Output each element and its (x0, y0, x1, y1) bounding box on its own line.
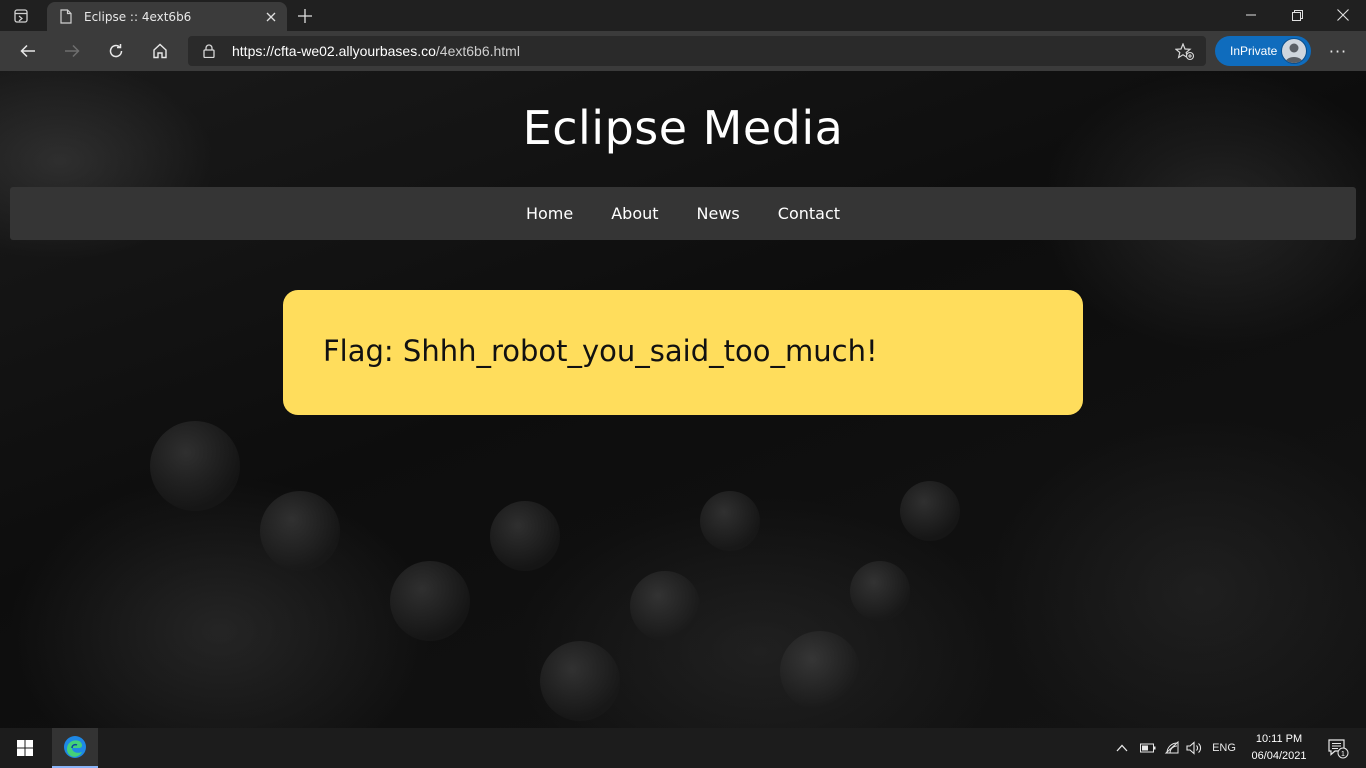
inprivate-label: InPrivate (1230, 44, 1278, 58)
background-knob (150, 421, 240, 511)
browser-tab[interactable]: Eclipse :: 4ext6b6 (47, 2, 287, 31)
background-knob (540, 641, 620, 721)
background-knob (260, 491, 340, 571)
url-path: /4ext6b6.html (435, 43, 520, 59)
wifi-icon[interactable] (1162, 738, 1182, 758)
address-bar[interactable]: https://cfta-we02.allyourbases.co/4ext6b… (188, 36, 1206, 66)
nav-about-link[interactable]: About (611, 204, 658, 223)
browser-toolbar: https://cfta-we02.allyourbases.co/4ext6b… (0, 31, 1366, 71)
nav-news-link[interactable]: News (697, 204, 740, 223)
background-knob (630, 571, 700, 641)
site-title: Eclipse Media (522, 101, 844, 155)
notification-count: 1 (1341, 751, 1345, 758)
restore-icon[interactable] (1274, 0, 1320, 30)
background-knob (390, 561, 470, 641)
nav-contact-link[interactable]: Contact (778, 204, 840, 223)
flag-card: Flag: Shhh_robot_you_said_too_much! (283, 290, 1083, 415)
url-host: https://cfta-we02.allyourbases.co (232, 43, 436, 59)
minimize-icon[interactable] (1228, 0, 1274, 30)
refresh-icon[interactable] (100, 37, 132, 65)
close-tab-icon[interactable] (257, 5, 285, 29)
flag-text: Flag: Shhh_robot_you_said_too_much! (323, 334, 878, 368)
main-navbar: Home About News Contact (10, 187, 1356, 240)
nav-home-link[interactable]: Home (526, 204, 573, 223)
taskbar: ENG 10:11 PM 06/04/2021 1 (0, 728, 1366, 768)
close-window-icon[interactable] (1320, 0, 1366, 30)
page-icon (59, 9, 73, 25)
background-knob (490, 501, 560, 571)
battery-icon[interactable] (1138, 738, 1158, 758)
chevron-up-icon[interactable] (1114, 738, 1130, 758)
windows-start-icon[interactable] (0, 728, 50, 768)
url-text[interactable]: https://cfta-we02.allyourbases.co/4ext6b… (232, 42, 520, 60)
clock[interactable]: 10:11 PM 06/04/2021 (1246, 731, 1312, 765)
background-knob (700, 491, 760, 551)
background-knob (900, 481, 960, 541)
forward-icon[interactable] (56, 37, 88, 65)
new-tab-icon[interactable] (292, 4, 318, 28)
tab-actions-icon[interactable] (10, 6, 32, 26)
notification-center-icon[interactable]: 1 (1318, 728, 1358, 768)
edge-taskbar-icon[interactable] (52, 728, 98, 768)
tab-strip: Eclipse :: 4ext6b6 (0, 0, 1366, 31)
background-knob (780, 631, 860, 711)
lock-icon[interactable] (202, 43, 216, 59)
inprivate-button[interactable]: InPrivate (1215, 36, 1311, 66)
clock-date: 06/04/2021 (1251, 750, 1307, 762)
settings-menu-button[interactable]: ··· (1322, 37, 1354, 65)
web-page: Eclipse Media Home About News Contact Fl… (0, 71, 1366, 728)
volume-icon[interactable] (1184, 738, 1204, 758)
favorites-star-icon[interactable] (1172, 41, 1198, 63)
home-icon[interactable] (144, 37, 176, 65)
clock-time: 10:11 PM (1255, 733, 1303, 745)
avatar (1281, 38, 1307, 64)
language-indicator[interactable]: ENG (1208, 738, 1240, 758)
back-icon[interactable] (12, 37, 44, 65)
tab-title: Eclipse :: 4ext6b6 (84, 9, 192, 24)
background-knob (850, 561, 910, 621)
